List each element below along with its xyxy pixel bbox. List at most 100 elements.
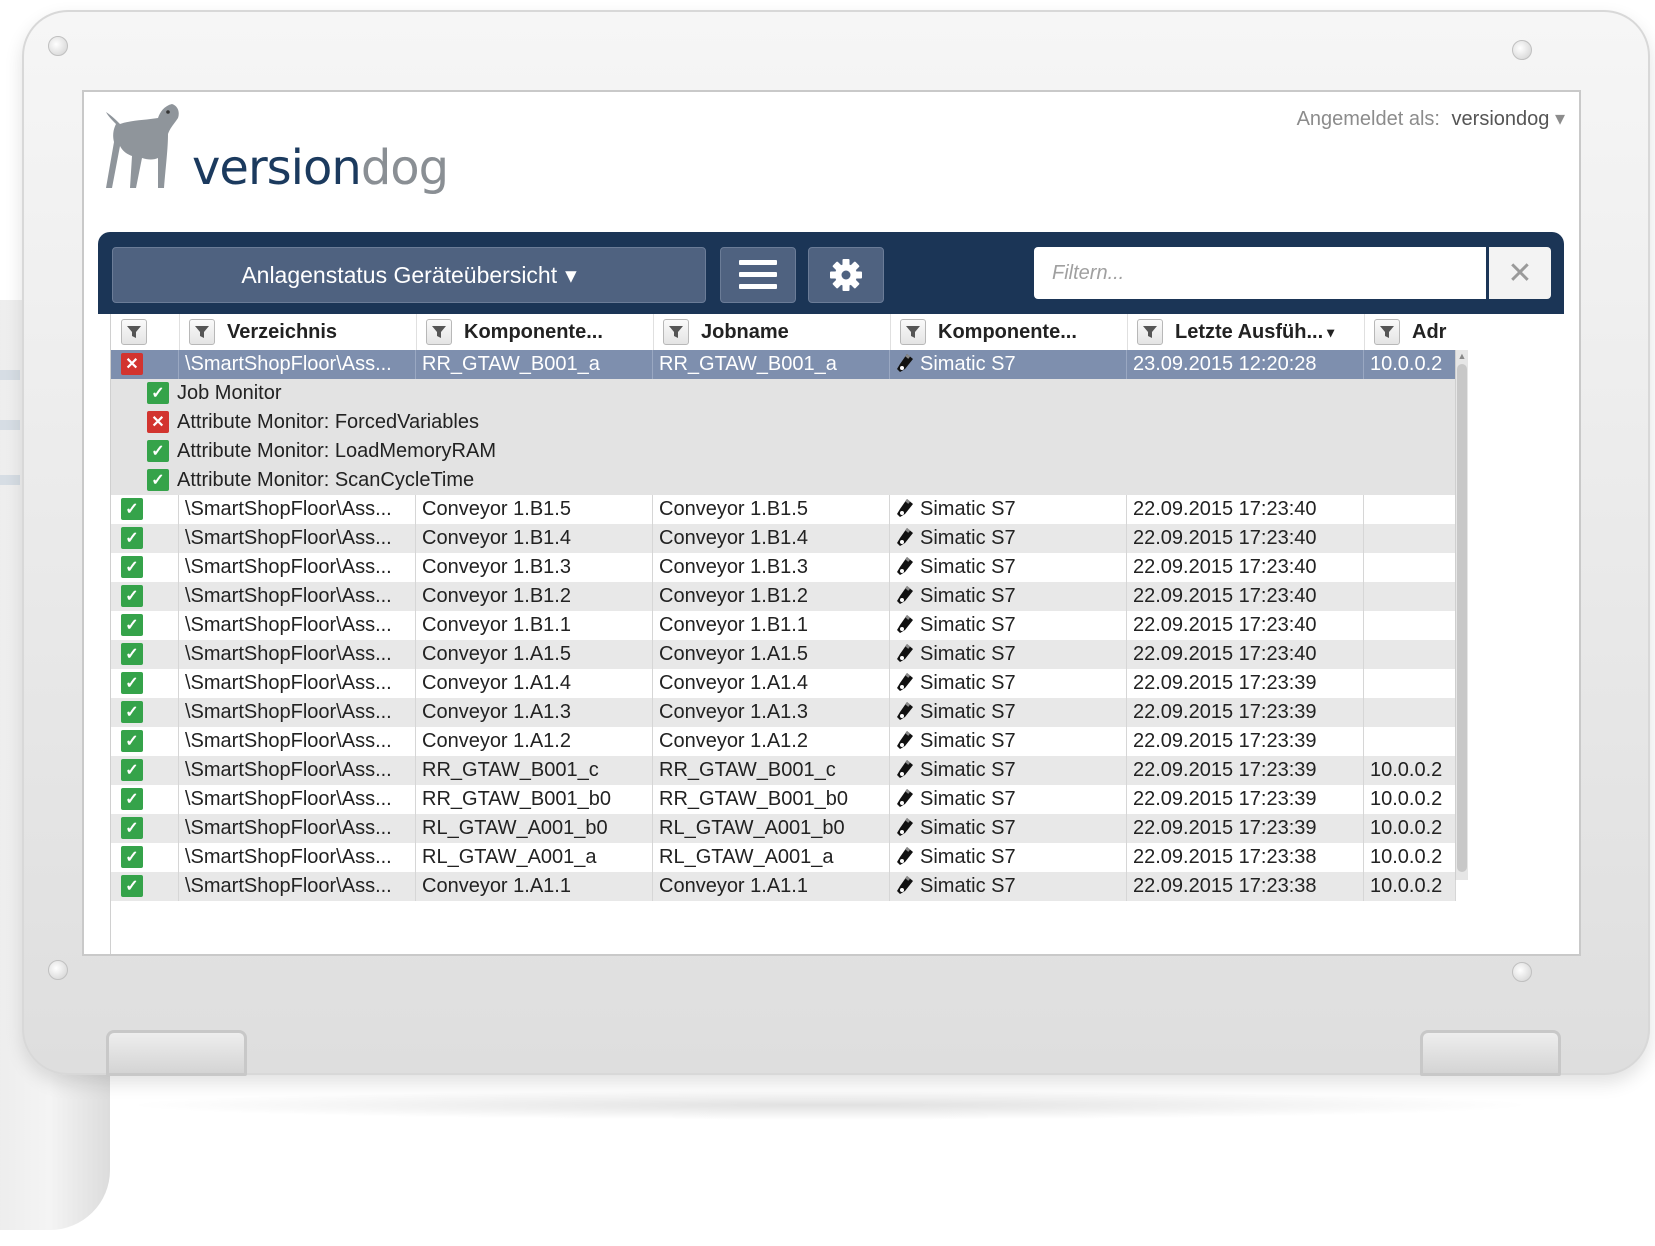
cell-dir: \SmartShopFloor\Ass... [179, 669, 416, 698]
cell-text: Conveyor 1.B1.1 [659, 614, 808, 636]
table-row[interactable]: ✓ \SmartShopFloor\Ass... Conveyor 1.A1.1 Co… [111, 872, 1456, 901]
table-row[interactable]: ✓ \SmartShopFloor\Ass... Conveyor 1.B1.3 Co… [111, 553, 1456, 582]
cell-text: \SmartShopFloor\Ass... [185, 614, 392, 636]
status-ok-icon: ✓ [121, 643, 143, 665]
cell-text: RR_GTAW_B001_b0 [659, 788, 848, 810]
cell-text: \SmartShopFloor\Ass... [185, 759, 392, 781]
cell-component: Conveyor 1.B1.3 [416, 553, 653, 582]
filter-funnel-icon[interactable] [189, 319, 215, 345]
cell-type: Simatic S7 [890, 524, 1127, 553]
filter-funnel-icon[interactable] [1137, 319, 1163, 345]
filter-funnel-icon[interactable] [426, 319, 452, 345]
table-row[interactable]: ✓ \SmartShopFloor\Ass... Conveyor 1.B1.4 Co… [111, 524, 1456, 553]
cell-text: Simatic S7 [920, 643, 1016, 665]
column-header-6[interactable]: Adr [1364, 314, 1456, 350]
cell-job: Conveyor 1.B1.5 [653, 495, 890, 524]
cell-text: Simatic S7 [920, 556, 1016, 578]
plc-device-icon [896, 788, 914, 808]
column-header-0[interactable] [111, 314, 180, 350]
cell-text: \SmartShopFloor\Ass... [185, 643, 392, 665]
table-row[interactable]: ✓ \SmartShopFloor\Ass... Conveyor 1.B1.5 Co… [111, 495, 1456, 524]
column-header-4[interactable]: Komponente... [890, 314, 1128, 350]
cell-text: 22.09.2015 17:23:40 [1133, 614, 1317, 636]
menu-button[interactable] [720, 247, 796, 303]
laptop-shadow [120, 1090, 1540, 1120]
plc-device-icon [896, 672, 914, 692]
table-row[interactable]: ✓ \SmartShopFloor\Ass... RR_GTAW_B001_c RR_… [111, 756, 1456, 785]
column-header-5[interactable]: Letzte Ausfüh... ▾ [1127, 314, 1365, 350]
column-header-2[interactable]: Komponente... [416, 314, 654, 350]
status-fail-icon: ✕ [121, 353, 143, 375]
cell-text: Conveyor 1.A1.2 [422, 730, 571, 752]
table-row[interactable]: ✓ \SmartShopFloor\Ass... RL_GTAW_A001_a RL_… [111, 843, 1456, 872]
device-status-grid: Verzeichnis Komponente... Jobname Komponent… [110, 314, 1456, 954]
bezel-screw [48, 36, 68, 56]
cell-text: Simatic S7 [920, 759, 1016, 781]
scrollbar-thumb[interactable] [1457, 364, 1467, 872]
cell-dir: \SmartShopFloor\Ass... [179, 582, 416, 611]
table-row[interactable]: ✓ \SmartShopFloor\Ass... Conveyor 1.B1.1 Co… [111, 611, 1456, 640]
cell-component: Conveyor 1.A1.4 [416, 669, 653, 698]
app-screen: versiondog Angemeldet als: versiondog ▾ … [82, 90, 1581, 956]
laptop-hinge-left [106, 1030, 247, 1076]
cell-component: Conveyor 1.A1.3 [416, 698, 653, 727]
cell-dir: \SmartShopFloor\Ass... [179, 698, 416, 727]
cell-text: RL_GTAW_A001_a [422, 846, 597, 868]
cell-address: 10.0.0.2 [1364, 785, 1456, 814]
cell-address [1364, 611, 1456, 640]
filter-funnel-icon[interactable] [1374, 319, 1400, 345]
cell-text: RL_GTAW_A001_b0 [659, 817, 845, 839]
cell-type: Simatic S7 [890, 843, 1127, 872]
table-row[interactable]: ✓ \SmartShopFloor\Ass... RL_GTAW_A001_b0 RL… [111, 814, 1456, 843]
table-row[interactable]: ✓ \SmartShopFloor\Ass... Conveyor 1.A1.2 Co… [111, 727, 1456, 756]
cell-text: \SmartShopFloor\Ass... [185, 527, 392, 549]
cell-text: 10.0.0.2 [1370, 788, 1443, 810]
cell-type: Simatic S7 [890, 756, 1127, 785]
cell-text: Simatic S7 [920, 788, 1016, 810]
cell-dir: \SmartShopFloor\Ass... [179, 524, 416, 553]
table-row[interactable]: ✓ \SmartShopFloor\Ass... Conveyor 1.A1.5 Co… [111, 640, 1456, 669]
status-ok-icon: ✓ [121, 730, 143, 752]
cell-last-run: 22.09.2015 17:23:39 [1127, 698, 1364, 727]
table-row[interactable]: ✓ \SmartShopFloor\Ass... Conveyor 1.A1.3 Co… [111, 698, 1456, 727]
login-user: versiondog [1451, 108, 1550, 130]
settings-button[interactable] [808, 247, 884, 303]
cell-address: 10.0.0.2 [1364, 350, 1456, 379]
sort-desc-icon[interactable]: ▾ [1327, 324, 1334, 341]
column-header-1[interactable]: Verzeichnis [179, 314, 417, 350]
status-cell: ✓ [111, 698, 179, 727]
filter-input[interactable] [1034, 247, 1486, 299]
table-row[interactable]: ✕ \SmartShopFloor\Ass... RR_GTAW_B001_a RR_… [111, 350, 1456, 379]
cell-last-run: 22.09.2015 17:23:39 [1127, 785, 1364, 814]
cell-job: Conveyor 1.B1.3 [653, 553, 890, 582]
column-header-3[interactable]: Jobname [653, 314, 891, 350]
cell-type: Simatic S7 [890, 553, 1127, 582]
cell-text: RR_GTAW_B001_c [422, 759, 599, 781]
status-cell: ✓ [111, 727, 179, 756]
filter-funnel-icon[interactable] [121, 319, 147, 345]
cell-component: Conveyor 1.A1.5 [416, 640, 653, 669]
cell-last-run: 22.09.2015 17:23:40 [1127, 495, 1364, 524]
plc-device-icon [896, 875, 914, 895]
column-header-label: Jobname [701, 320, 789, 343]
scroll-up-arrow-icon[interactable]: ▲ [1456, 350, 1468, 362]
cell-type: Simatic S7 [890, 611, 1127, 640]
vertical-scrollbar[interactable]: ▲ [1455, 350, 1468, 880]
table-row[interactable]: ✓ \SmartShopFloor\Ass... Conveyor 1.A1.4 Co… [111, 669, 1456, 698]
view-selector-dropdown[interactable]: Anlagenstatus Geräteübersicht ▾ [112, 247, 706, 303]
clear-filter-button[interactable]: ✕ [1489, 247, 1551, 299]
filter-funnel-icon[interactable] [900, 319, 926, 345]
table-row[interactable]: ✓ \SmartShopFloor\Ass... RR_GTAW_B001_b0 RR… [111, 785, 1456, 814]
status-cell: ✓ [111, 785, 179, 814]
status-fail-icon: ✕ [147, 411, 169, 433]
cell-job: RR_GTAW_B001_b0 [653, 785, 890, 814]
table-row[interactable]: ✓ \SmartShopFloor\Ass... Conveyor 1.B1.2 Co… [111, 582, 1456, 611]
login-menu[interactable]: Angemeldet als: versiondog ▾ [1297, 106, 1565, 131]
cell-text: 23.09.2015 12:20:28 [1133, 353, 1317, 375]
filter-field[interactable] [1034, 247, 1486, 299]
filter-funnel-icon[interactable] [663, 319, 689, 345]
cell-dir: \SmartShopFloor\Ass... [179, 640, 416, 669]
cell-text: Conveyor 1.B1.4 [659, 527, 808, 549]
cell-text: Conveyor 1.A1.5 [422, 643, 571, 665]
cell-dir: \SmartShopFloor\Ass... [179, 553, 416, 582]
